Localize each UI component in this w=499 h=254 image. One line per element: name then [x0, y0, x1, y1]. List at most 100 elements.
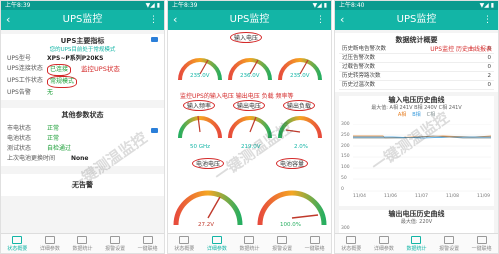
nav-status[interactable]: 状态概要: [1, 234, 34, 253]
back-icon[interactable]: ‹: [173, 10, 177, 30]
nav-stats[interactable]: 数据统计: [66, 234, 99, 253]
monitor-icon: [12, 235, 23, 244]
menu-icon[interactable]: ⋮: [316, 10, 325, 30]
x-axis: 11/04 11/06 11/07 11/08 11/09: [353, 194, 490, 199]
nav-label: 数据统计: [406, 245, 427, 252]
nav-contact[interactable]: 一键联络: [465, 234, 498, 253]
chart-title: 输入电压历史曲线: [388, 96, 445, 104]
bell-icon: [444, 235, 455, 244]
battery-voltage: 27.2V: [198, 222, 215, 228]
battery-capacity: 100.0%: [280, 222, 301, 228]
gauge-title: 输出电压: [233, 100, 266, 111]
nav-alarm[interactable]: 报警设置: [433, 234, 466, 253]
phone-icon: [142, 235, 153, 244]
signal-icons: ▼◢ ▮: [312, 2, 327, 9]
chart-title: 输出电压历史曲线: [388, 210, 445, 218]
annotation: 监控UPS状态: [81, 65, 120, 73]
nav-label: 状态概要: [174, 245, 195, 252]
gauge-battery-capacity: [257, 190, 327, 226]
refresh-icon[interactable]: [151, 37, 158, 42]
signal-icons: ▼◢ ▮: [145, 2, 160, 9]
refresh-icon[interactable]: [151, 128, 158, 133]
nav-label: 一键联络: [137, 245, 158, 252]
phone-status-overview: 上午8:39 ▼◢ ▮ ‹ UPS监控 ⋮ UPS主要指标 您的UPS目前处于常规…: [0, 0, 165, 254]
info-row: 上次电池更换时间 None: [7, 154, 158, 164]
nav-alarm[interactable]: 报警设置: [266, 234, 299, 253]
phone-icon: [309, 235, 320, 244]
tick-label: 200: [341, 143, 350, 149]
nav-label: 报警设置: [105, 245, 126, 252]
stat-label: 历史过温次数: [339, 80, 470, 90]
chart-legend: A相 B相 C相: [339, 112, 494, 119]
nav-stats[interactable]: 数据统计: [400, 234, 433, 253]
test-status: 自检通过: [47, 145, 72, 152]
menu-icon[interactable]: ⋮: [483, 10, 492, 30]
stat-value: 0: [469, 80, 494, 90]
tick-label: 300: [341, 226, 350, 231]
stat-label: 过压告警次数: [339, 53, 470, 63]
y-axis: 300 250 200 150 100 50 0: [341, 122, 350, 192]
nav-label: 一键联络: [471, 245, 492, 252]
row-label: UPS告警: [7, 89, 31, 96]
chart-icon: [244, 235, 255, 244]
chart-subtitle: 最大值: 220V: [400, 219, 433, 225]
tick-label: 50: [341, 176, 347, 182]
nav-contact[interactable]: 一键联络: [298, 234, 331, 253]
input-voltage-b: 236.0V: [240, 73, 260, 79]
clock: 上午8:39: [172, 2, 198, 9]
chart-icon: [77, 235, 88, 244]
bell-icon: [277, 235, 288, 244]
app-title: UPS监控: [396, 14, 437, 25]
signal-icons: ▼◢ ▮: [479, 2, 494, 9]
phone-detail-params: 上午8:39 ▼◢ ▮ ‹ UPS监控 ⋮ 输入电压 235.0V 236.0V …: [167, 0, 332, 254]
app-title: UPS监控: [62, 14, 103, 25]
nav-detail[interactable]: 详细参数: [201, 234, 234, 253]
back-icon[interactable]: ‹: [340, 10, 344, 30]
list-icon: [378, 235, 389, 244]
info-row: UPS告警 无: [7, 88, 158, 98]
legend-a: A相: [397, 112, 407, 118]
tick-label: 0: [341, 186, 344, 192]
status-bar: 上午8:39 ▼◢ ▮: [1, 1, 164, 10]
stats-summary: 数据统计概要 UPS监控 历史曲线报表 历史断电告警次数 0 过压告警次数 0 过载…: [335, 33, 498, 92]
title-bar: ‹ UPS监控 ⋮: [168, 10, 331, 30]
phone-statistics: 上午8:40 ▼◢ ▮ ‹ UPS监控 ⋮ 数据统计概要 UPS监控 历史曲线报表…: [334, 0, 499, 254]
main-indicators-section: UPS主要指标 您的UPS目前处于常规模式 UPS型号 XPS~P系列P20KS …: [1, 34, 164, 100]
info-row: UPS连接状态 已连接 监控UPS状态: [7, 64, 158, 76]
nav-alarm[interactable]: 报警设置: [99, 234, 132, 253]
nav-status[interactable]: 状态概要: [168, 234, 201, 253]
section-title: UPS主要指标: [60, 37, 105, 45]
phone-icon: [476, 235, 487, 244]
work-status: 常规模式: [47, 76, 78, 88]
annotation: 监控UPS的输入电压 输出电压 负载 频率等: [180, 93, 294, 100]
status-bar: 上午8:39 ▼◢ ▮: [168, 1, 331, 10]
tick-label: 11/07: [415, 194, 428, 199]
nav-label: 一键联络: [304, 245, 325, 252]
legend-b: B相: [412, 112, 421, 118]
input-voltage-c: 235.0V: [290, 73, 310, 79]
row-label: 测试状态: [7, 145, 32, 152]
table-row: 历史过温次数 0: [339, 80, 494, 90]
info-row: UPS工作状态 常规模式: [7, 76, 158, 88]
nav-contact[interactable]: 一键联络: [131, 234, 164, 253]
back-icon[interactable]: ‹: [6, 10, 10, 30]
tick-label: 11/06: [384, 194, 397, 199]
nav-status[interactable]: 状态概要: [335, 234, 368, 253]
nav-stats[interactable]: 数据统计: [233, 234, 266, 253]
row-label: UPS连接状态: [7, 65, 43, 72]
nav-label: 报警设置: [272, 245, 293, 252]
nav-label: 详细参数: [39, 245, 60, 252]
gauge-title: 输出负载: [283, 100, 316, 111]
stat-value: 2: [469, 71, 494, 81]
menu-icon[interactable]: ⋮: [149, 10, 158, 30]
stat-value: 0: [469, 62, 494, 72]
app-title: UPS监控: [229, 14, 270, 25]
list-icon: [211, 235, 222, 244]
input-voltage-a: 235.0V: [190, 73, 210, 79]
nav-detail[interactable]: 详细参数: [34, 234, 67, 253]
nav-label: 数据统计: [72, 245, 93, 252]
nav-label: 详细参数: [373, 245, 394, 252]
nav-detail[interactable]: 详细参数: [368, 234, 401, 253]
bottom-nav: 状态概要 详细参数 数据统计 报警设置 一键联络: [168, 233, 331, 253]
monitor-icon: [179, 235, 190, 244]
